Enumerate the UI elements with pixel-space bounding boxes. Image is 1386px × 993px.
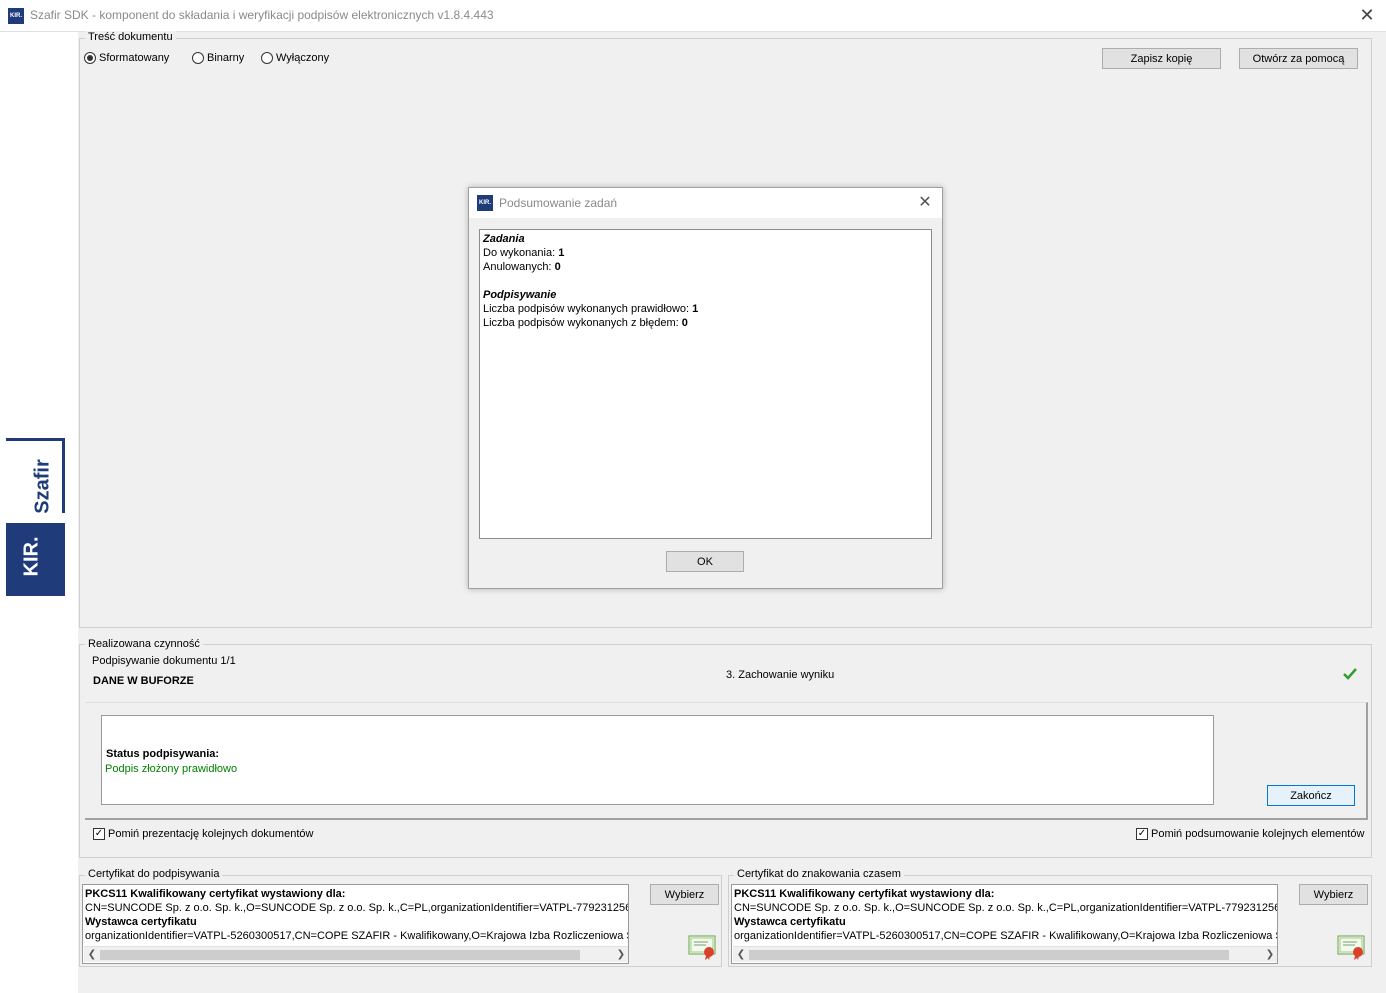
radio-binary-label: Binarny	[207, 52, 245, 64]
skip-documents-label: Pomiń prezentację kolejnych dokumentów	[108, 828, 314, 840]
arrow-left-icon[interactable]: ❮	[84, 947, 100, 963]
finish-button[interactable]: Zakończ	[1267, 785, 1355, 806]
kir-logo: KIR.	[6, 523, 65, 596]
open-with-button[interactable]: Otwórz za pomocą	[1239, 48, 1358, 69]
cert-issuer: organizationIdentifier=VATPL-5260300517,…	[734, 930, 1278, 942]
progress-text: Podpisywanie dokumentu 1/1	[92, 655, 236, 667]
ok-button[interactable]: OK	[666, 551, 744, 572]
checkmark-icon	[1342, 666, 1358, 682]
cert-subject: CN=SUNCODE Sp. z o.o. Sp. k.,O=SUNCODE S…	[85, 902, 629, 914]
tasks-heading: Zadania	[483, 233, 525, 245]
close-icon[interactable]: ✕	[1356, 4, 1378, 26]
choose-timestamp-cert-button[interactable]: Wybierz	[1299, 884, 1368, 905]
data-source-label: DANE W BUFORZE	[93, 675, 194, 687]
scrollbar-thumb[interactable]	[749, 950, 1229, 960]
todo-line: Do wykonania: 1	[483, 247, 565, 259]
choose-signing-cert-button[interactable]: Wybierz	[650, 884, 719, 905]
radio-disabled[interactable]: Wyłączony	[261, 52, 329, 64]
dialog-close-icon[interactable]: ✕	[914, 192, 936, 214]
radio-formatted-label: Sformatowany	[99, 52, 170, 64]
dialog-title-bar: KIR. Podsumowanie zadań ✕	[469, 188, 942, 218]
timestamp-cert-label: Certyfikat do znakowania czasem	[734, 868, 904, 880]
task-summary-dialog: KIR. Podsumowanie zadań ✕ Zadania Do wyk…	[468, 187, 943, 589]
err-signatures-line: Liczba podpisów wykonanych z błędem: 0	[483, 317, 688, 329]
radio-circle	[84, 52, 96, 64]
horizontal-scrollbar[interactable]: ❮ ❯	[733, 946, 1277, 963]
activity-label: Realizowana czynność	[85, 638, 203, 650]
signing-cert-details: PKCS11 Kwalifikowany certyfikat wystawio…	[82, 884, 629, 964]
cert-issued-heading: PKCS11 Kwalifikowany certyfikat wystawio…	[734, 888, 995, 900]
radio-formatted[interactable]: Sformatowany	[84, 52, 169, 64]
radio-disabled-label: Wyłączony	[276, 52, 330, 64]
ok-signatures-line: Liczba podpisów wykonanych prawidłowo: 1	[483, 303, 699, 315]
cert-issuer: organizationIdentifier=VATPL-5260300517,…	[85, 930, 629, 942]
title-bar: KIR. Szafir SDK - komponent do składania…	[0, 0, 1386, 32]
signing-heading: Podpisywanie	[483, 289, 557, 301]
cert-issued-heading: PKCS11 Kwalifikowany certyfikat wystawio…	[85, 888, 346, 900]
cert-subject: CN=SUNCODE Sp. z o.o. Sp. k.,O=SUNCODE S…	[734, 902, 1278, 914]
status-heading: Status podpisywania:	[106, 748, 220, 760]
skip-summary-checkbox[interactable]: ✓ Pomiń podsumowanie kolejnych elementów	[1136, 828, 1364, 840]
app-icon: KIR.	[8, 8, 24, 24]
window-title: Szafir SDK - komponent do składania i we…	[30, 8, 494, 22]
skip-documents-checkbox[interactable]: ✓ Pomiń prezentację kolejnych dokumentów	[93, 828, 313, 840]
scrollbar-thumb[interactable]	[100, 950, 580, 960]
arrow-right-icon[interactable]: ❯	[1262, 947, 1277, 963]
certificate-icon	[1337, 934, 1367, 960]
skip-summary-label: Pomiń podsumowanie kolejnych elementów	[1151, 828, 1365, 840]
checkbox-box: ✓	[1136, 828, 1148, 840]
dialog-app-icon: KIR.	[477, 195, 493, 211]
radio-circle	[261, 52, 273, 64]
step-text: 3. Zachowanie wyniku	[726, 669, 835, 681]
arrow-right-icon[interactable]: ❯	[613, 947, 628, 963]
cert-issuer-heading: Wystawca certyfikatu	[734, 916, 846, 928]
save-copy-button[interactable]: Zapisz kopię	[1102, 48, 1221, 69]
brand-divider	[6, 438, 65, 441]
dialog-summary-text: Zadania Do wykonania: 1 Anulowanych: 0 P…	[479, 229, 932, 539]
timestamp-cert-details: PKCS11 Kwalifikowany certyfikat wystawio…	[731, 884, 1278, 964]
cert-issuer-heading: Wystawca certyfikatu	[85, 916, 197, 928]
status-box: Status podpisywania: Podpis złożony praw…	[101, 715, 1214, 805]
dialog-title: Podsumowanie zadań	[499, 196, 618, 210]
certificate-icon	[688, 934, 718, 960]
document-content-label: Treść dokumentu	[85, 31, 176, 43]
checkbox-box: ✓	[93, 828, 105, 840]
cancelled-line: Anulowanych: 0	[483, 261, 561, 273]
radio-circle	[192, 52, 204, 64]
status-value: Podpis złożony prawidłowo	[105, 763, 238, 775]
szafir-logo: Szafir	[31, 459, 54, 514]
radio-binary[interactable]: Binarny	[192, 52, 244, 64]
horizontal-scrollbar[interactable]: ❮ ❯	[84, 946, 628, 963]
arrow-left-icon[interactable]: ❮	[733, 947, 749, 963]
signing-cert-label: Certyfikat do podpisywania	[85, 868, 223, 880]
